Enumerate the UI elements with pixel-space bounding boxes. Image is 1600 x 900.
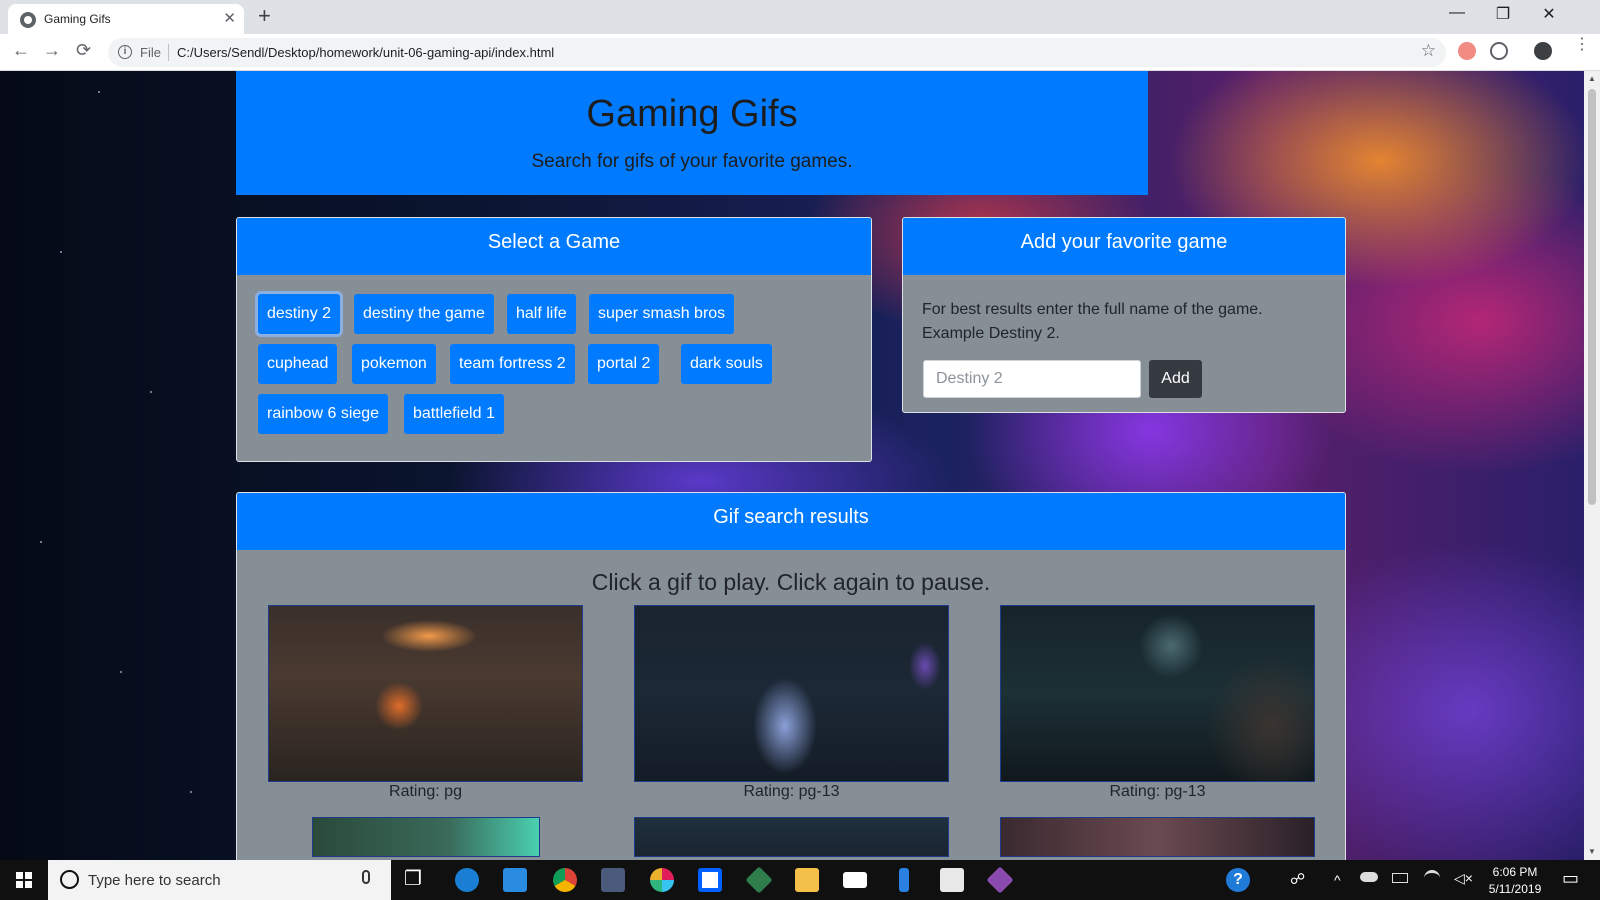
battery-icon[interactable] xyxy=(1392,873,1408,883)
slack-icon[interactable] xyxy=(650,868,674,892)
browser-tab-bar: Gaming Gifs ✕ + — ❐ ✕ xyxy=(0,0,1600,34)
info-icon[interactable]: i xyxy=(118,45,132,59)
chrome-icon[interactable] xyxy=(553,868,577,892)
task-view-icon[interactable]: ❐ xyxy=(404,866,422,891)
cortana-icon xyxy=(60,870,79,889)
game-name-input[interactable] xyxy=(923,360,1141,398)
game-button-super-smash-bros[interactable]: super smash bros xyxy=(589,294,735,334)
windows-logo-icon xyxy=(16,872,32,888)
show-hidden-icons-chevron-icon[interactable]: ^ xyxy=(1334,872,1341,888)
scroll-down-arrow-icon[interactable]: ▼ xyxy=(1588,847,1596,856)
menu-icon[interactable]: ⋮ xyxy=(1574,37,1590,53)
extension-icon[interactable] xyxy=(1490,42,1508,60)
gif-image[interactable] xyxy=(634,605,949,782)
gif-image[interactable] xyxy=(268,605,583,782)
gif-image[interactable] xyxy=(1000,605,1315,782)
taskbar-search-placeholder: Type here to search xyxy=(88,872,221,889)
restore-button[interactable]: ❐ xyxy=(1480,4,1526,24)
add-game-button[interactable]: Add xyxy=(1149,360,1202,398)
page-title: Gaming Gifs xyxy=(586,93,798,135)
gif-rating: Rating: pg-13 xyxy=(1109,783,1206,800)
gif-image[interactable] xyxy=(1000,817,1315,857)
dropbox-icon[interactable] xyxy=(698,868,722,892)
game-button-destiny-2[interactable]: destiny 2 xyxy=(258,294,341,334)
gitkraken-icon[interactable] xyxy=(986,866,1014,894)
background-star xyxy=(60,251,62,253)
page-viewport: Gaming Gifs Search for gifs of your favo… xyxy=(0,71,1584,860)
clock-date[interactable]: 5/11/2019 xyxy=(1480,882,1550,896)
mail-icon[interactable] xyxy=(843,872,867,888)
windows-taskbar: Type here to search ❐ ? ☍ ^ ◁× 6:06 PM 5… xyxy=(0,860,1600,900)
url-text[interactable]: C:/Users/Sendl/Desktop/homework/unit-06-… xyxy=(177,45,554,60)
taskbar-search-box[interactable]: Type here to search xyxy=(48,860,391,900)
reload-icon[interactable]: ⟳ xyxy=(76,40,91,61)
bookmark-star-icon[interactable]: ☆ xyxy=(1421,41,1436,61)
game-button-cuphead[interactable]: cuphead xyxy=(258,344,338,384)
help-icon[interactable]: ? xyxy=(1226,868,1250,892)
select-game-card: Select a Game destiny 2 destiny the game… xyxy=(236,217,872,462)
onedrive-icon[interactable] xyxy=(1360,872,1378,882)
game-button-destiny-the-game[interactable]: destiny the game xyxy=(354,294,494,334)
gitkraken-icon[interactable] xyxy=(745,866,773,894)
file-explorer-icon[interactable] xyxy=(795,868,819,892)
forward-icon[interactable]: → xyxy=(43,40,61,61)
back-icon[interactable]: ← xyxy=(12,40,30,61)
clock-time[interactable]: 6:06 PM xyxy=(1480,865,1550,879)
volume-muted-icon[interactable]: ◁× xyxy=(1454,870,1473,887)
scrollbar-thumb[interactable] xyxy=(1588,89,1596,505)
address-bar[interactable]: i File C:/Users/Sendl/Desktop/homework/u… xyxy=(108,38,1446,67)
vscode-icon[interactable] xyxy=(503,868,527,892)
visual-studio-icon[interactable] xyxy=(899,868,909,892)
microphone-icon[interactable] xyxy=(362,870,370,884)
extension-icon[interactable] xyxy=(1458,42,1476,60)
add-game-hint: For best results enter the full name of … xyxy=(922,301,1263,342)
git-bash-icon[interactable] xyxy=(601,868,625,892)
select-game-header: Select a Game xyxy=(237,218,871,275)
people-icon[interactable]: ☍ xyxy=(1290,870,1305,888)
wifi-icon[interactable] xyxy=(1424,870,1440,886)
gif-rating: Rating: pg xyxy=(389,783,462,800)
game-button-rainbow-6-siege[interactable]: rainbow 6 siege xyxy=(258,394,389,434)
gif-results-header: Gif search results xyxy=(237,493,1345,550)
close-window-button[interactable]: ✕ xyxy=(1526,4,1572,24)
game-button-battlefield-1[interactable]: battlefield 1 xyxy=(404,394,504,434)
notification-center-icon[interactable]: ▭ xyxy=(1562,868,1579,889)
page-scrollbar[interactable]: ▲ ▼ xyxy=(1584,71,1600,860)
close-tab-icon[interactable]: ✕ xyxy=(223,9,236,27)
globe-favicon-icon xyxy=(20,12,36,28)
game-button-team-fortress-2[interactable]: team fortress 2 xyxy=(450,344,575,384)
background-star xyxy=(98,91,100,93)
minimize-button[interactable]: — xyxy=(1434,4,1480,22)
browser-tab[interactable]: Gaming Gifs ✕ xyxy=(8,4,244,34)
scroll-up-arrow-icon[interactable]: ▲ xyxy=(1588,74,1596,83)
gif-rating: Rating: pg-13 xyxy=(743,783,840,800)
profile-avatar-icon[interactable] xyxy=(1534,42,1552,60)
gif-results-card: Gif search results Click a gif to play. … xyxy=(236,492,1346,860)
page-subtitle: Search for gifs of your favorite games. xyxy=(531,151,853,172)
game-button-half-life[interactable]: half life xyxy=(507,294,576,334)
background-star xyxy=(190,791,192,793)
tab-title: Gaming Gifs xyxy=(44,12,111,26)
background-star xyxy=(150,391,152,393)
game-button-dark-souls[interactable]: dark souls xyxy=(681,344,772,384)
game-button-pokemon[interactable]: pokemon xyxy=(352,344,436,384)
background-star xyxy=(120,671,122,673)
store-icon[interactable] xyxy=(940,868,964,892)
browser-toolbar: ← → ⟳ i File C:/Users/Sendl/Desktop/home… xyxy=(0,34,1600,71)
game-button-portal-2[interactable]: portal 2 xyxy=(588,344,660,384)
start-button[interactable] xyxy=(0,860,48,900)
url-separator xyxy=(168,44,169,61)
file-scheme-label: File xyxy=(140,45,161,60)
add-game-header: Add your favorite game xyxy=(903,218,1345,275)
gif-image[interactable] xyxy=(312,817,540,857)
edge-icon[interactable] xyxy=(455,868,479,892)
gif-instructions: Click a gif to play. Click again to paus… xyxy=(591,569,991,595)
background-star xyxy=(40,541,42,543)
gif-image[interactable] xyxy=(634,817,949,857)
page-header: Gaming Gifs Search for gifs of your favo… xyxy=(236,71,1148,195)
add-game-card: Add your favorite game For best results … xyxy=(902,217,1346,413)
new-tab-button[interactable]: + xyxy=(258,3,271,29)
